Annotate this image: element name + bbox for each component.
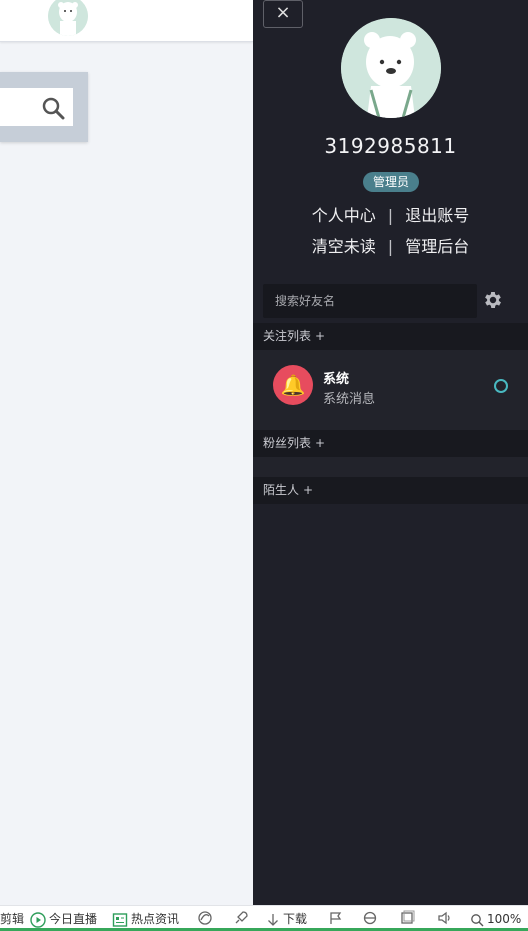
friend-search-input[interactable] <box>263 284 477 318</box>
statusbar-zoom[interactable]: 100% <box>470 910 521 928</box>
user-id: 3192985811 <box>324 134 457 158</box>
window-icon[interactable] <box>399 910 415 928</box>
link-separator: | <box>387 237 394 256</box>
download-icon <box>268 913 278 926</box>
volume-icon[interactable] <box>437 910 453 928</box>
admin-dashboard-link[interactable]: 管理后台 <box>405 237 469 256</box>
add-stranger-icon[interactable]: + <box>303 483 313 497</box>
status-indicator <box>494 379 508 393</box>
user-side-panel: × 3192985811 管理员 个人中心 | 退出账号 清空未读 | 管理后台 关注列… <box>253 0 528 905</box>
logout-link[interactable]: 退出账号 <box>405 206 469 225</box>
statusbar-live[interactable]: 今日直播 <box>30 910 97 928</box>
statusbar-clip[interactable]: 剪辑 <box>0 910 24 928</box>
contact-item-system[interactable]: 🔔 系统 系统消息 <box>253 356 528 416</box>
flag-icon[interactable] <box>328 910 344 928</box>
follow-list-header[interactable]: 关注列表 + <box>253 323 528 350</box>
add-follow-icon[interactable]: + <box>315 329 325 343</box>
user-avatar[interactable] <box>341 18 441 118</box>
statusbar-news-label: 热点资讯 <box>131 912 180 926</box>
statusbar-download-label: 下载 <box>283 912 308 926</box>
zoom-level: 100% <box>487 912 522 926</box>
fans-list-header[interactable]: 粉丝列表 + <box>253 430 528 457</box>
account-links-row-2: 清空未读 | 管理后台 <box>253 233 528 257</box>
ie-icon[interactable] <box>362 910 378 928</box>
bell-icon: 🔔 <box>273 365 313 405</box>
news-icon <box>112 912 128 927</box>
play-icon <box>30 911 46 928</box>
statusbar-download[interactable]: 下载 <box>266 910 307 928</box>
link-separator: | <box>387 206 394 225</box>
add-fans-icon[interactable]: + <box>315 436 325 450</box>
header-avatar[interactable] <box>48 0 88 36</box>
search-icon[interactable] <box>41 96 65 120</box>
top-bar <box>0 0 253 42</box>
statusbar-live-label: 今日直播 <box>49 912 98 926</box>
clear-unread-link[interactable]: 清空未读 <box>312 237 376 256</box>
statusbar-clip-label: 剪辑 <box>0 912 25 926</box>
contact-message: 系统消息 <box>323 392 376 407</box>
zoom-icon <box>471 913 484 926</box>
contact-name: 系统 <box>323 372 350 387</box>
close-button[interactable]: × <box>263 0 303 28</box>
account-links-row-1: 个人中心 | 退出账号 <box>253 202 528 226</box>
fans-list-label: 粉丝列表 <box>263 436 312 450</box>
gear-icon[interactable] <box>482 289 504 311</box>
browser-icon[interactable] <box>197 910 213 928</box>
friend-search-box <box>263 284 477 318</box>
strangers-label: 陌生人 <box>263 483 300 497</box>
profile-center-link[interactable]: 个人中心 <box>312 206 376 225</box>
rocket-icon[interactable] <box>233 910 249 928</box>
follow-list-label: 关注列表 <box>263 329 312 343</box>
role-badge: 管理员 <box>363 172 419 192</box>
fans-list <box>253 457 528 477</box>
strangers-header[interactable]: 陌生人 + <box>253 477 528 504</box>
close-icon: × <box>275 2 291 23</box>
statusbar-news[interactable]: 热点资讯 <box>112 910 179 928</box>
